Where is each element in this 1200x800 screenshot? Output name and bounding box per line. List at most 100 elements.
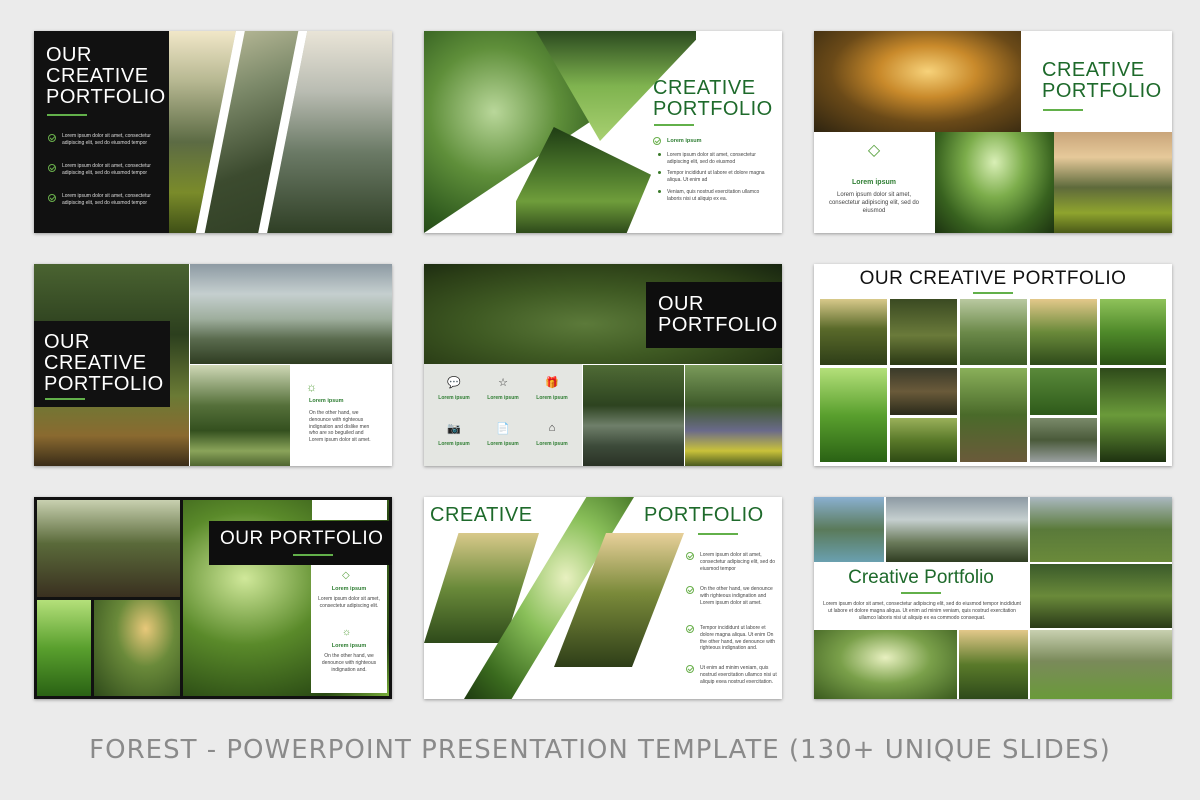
document-icon: 📄: [496, 423, 510, 435]
forest-photo: [814, 497, 884, 562]
forest-photo: [1100, 368, 1166, 462]
icon-label: Lorem ipsum: [487, 395, 519, 401]
check-icon: [686, 552, 694, 560]
card-heading: Lorem ipsum: [331, 586, 367, 592]
forest-photo: [1100, 299, 1166, 365]
forest-photo: [37, 500, 180, 597]
title-underline: [293, 554, 333, 556]
bullet-text: Lorem ipsum dolor sit amet, consectetur …: [700, 552, 776, 572]
check-icon: [48, 194, 56, 202]
card-body: Lorem ipsum dolor sit amet, consectetur …: [828, 192, 920, 215]
check-icon: [48, 134, 56, 142]
forest-photo: [960, 368, 1027, 462]
slide-7[interactable]: OUR PORTFOLIO ◇ Lorem ipsum Lorem ipsum …: [34, 497, 392, 699]
forest-photo: [820, 368, 887, 462]
chat-icon: 💬: [447, 377, 461, 389]
slide-4[interactable]: OUR CREATIVE PORTFOLIO ☼ Lorem ipsum On …: [34, 264, 392, 466]
forest-photo: [583, 365, 684, 466]
slide-5[interactable]: OUR PORTFOLIO 💬 Lorem ipsum ☆ Lorem ipsu…: [424, 264, 782, 466]
icon-label: Lorem ipsum: [487, 441, 519, 447]
slide-title: OUR PORTFOLIO: [220, 528, 384, 549]
icon-label: Lorem ipsum: [536, 441, 568, 447]
check-icon: [686, 625, 694, 633]
list-heading: Lorem ipsum: [667, 138, 702, 144]
card-body: On the other hand, we denounce with righ…: [321, 653, 377, 673]
card-body: Lorem ipsum dolor sit amet, consectetur …: [823, 601, 1021, 621]
forest-photo: [935, 132, 1054, 233]
forest-photo: [890, 368, 957, 415]
slide-3[interactable]: CREATIVE PORTFOLIO ◇ Lorem ipsum Lorem i…: [814, 31, 1172, 233]
bullet-text: Tempor incididunt ut labore et dolore ma…: [700, 625, 776, 652]
title-underline: [45, 398, 85, 400]
slide-8[interactable]: CREATIVE PORTFOLIO Lorem ipsum dolor sit…: [424, 497, 782, 699]
title-underline: [698, 533, 738, 535]
bullet-text: On the other hand, we denounce with righ…: [700, 586, 773, 606]
top-white-tab: [312, 500, 387, 520]
bullet-dot: [658, 171, 661, 174]
bullet-dot: [658, 153, 661, 156]
diamond-icon: ◇: [342, 570, 350, 581]
slide-title: OUR CREATIVE PORTFOLIO: [46, 44, 166, 108]
card-heading: Lorem ipsum: [309, 398, 344, 404]
bullet-dot: [658, 190, 661, 193]
check-icon: [653, 137, 661, 145]
forest-photo: [814, 31, 1021, 132]
bullet-text: Lorem ipsum dolor sit amet, consectetur …: [667, 152, 756, 165]
home-icon: ⌂: [548, 422, 556, 434]
forest-photo: [1030, 630, 1172, 699]
title-underline: [901, 592, 941, 594]
forest-photo: [1030, 564, 1172, 628]
slide-6[interactable]: OUR CREATIVE PORTFOLIO: [814, 264, 1172, 466]
sun-icon: ☼: [342, 627, 352, 638]
camera-icon: 📷: [447, 423, 461, 435]
star-icon: ☆: [498, 377, 508, 389]
title-underline: [47, 114, 87, 116]
bullet-text: Lorem ipsum dolor sit amet, consectetur …: [62, 133, 151, 146]
card-body: On the other hand, we denounce with righ…: [309, 410, 371, 443]
forest-photo: [1030, 368, 1097, 415]
forest-photo: [94, 600, 180, 696]
forest-photo: [1054, 132, 1172, 233]
diamond-icon: ◇: [867, 142, 881, 159]
check-icon: [48, 164, 56, 172]
title-underline: [1043, 109, 1083, 111]
title-underline: [973, 292, 1013, 294]
forest-photo: [1030, 418, 1097, 462]
bullet-text: Ut enim ad minim veniam, quis nostrud ex…: [700, 665, 777, 685]
forest-photo: [1030, 497, 1172, 562]
forest-photo: [190, 365, 290, 466]
check-icon: [686, 586, 694, 594]
slide-9[interactable]: Creative Portfolio Lorem ipsum dolor sit…: [814, 497, 1172, 699]
icon-label: Lorem ipsum: [536, 395, 568, 401]
sun-icon: ☼: [306, 380, 317, 394]
check-icon: [686, 665, 694, 673]
forest-photo: [960, 299, 1027, 365]
slide-title: Creative Portfolio: [848, 567, 994, 588]
slide-2[interactable]: CREATIVE PORTFOLIO Lorem ipsum Lorem ips…: [424, 31, 782, 233]
forest-photo: [890, 418, 957, 462]
icon-label: Lorem ipsum: [438, 441, 470, 447]
slide-title: OUR CREATIVE PORTFOLIO: [44, 331, 164, 395]
slide-title: CREATIVE PORTFOLIO: [1042, 59, 1162, 102]
bullet-text: Lorem ipsum dolor sit amet, consectetur …: [62, 163, 151, 176]
bullet-text: Veniam, quis nostrud exercitation ullamc…: [667, 189, 760, 202]
icon-label: Lorem ipsum: [438, 395, 470, 401]
forest-photo: [37, 600, 91, 696]
slide-title: CREATIVE PORTFOLIO: [653, 77, 773, 120]
forest-photo: [820, 299, 887, 365]
title-underline: [654, 124, 694, 126]
bullet-text: Tempor incididunt ut labore et dolore ma…: [667, 170, 765, 183]
forest-photo: [190, 264, 392, 364]
forest-photo: [886, 497, 1028, 562]
forest-photo: [1030, 299, 1097, 365]
card-heading: Lorem ipsum: [331, 643, 367, 649]
slide-1[interactable]: OUR CREATIVE PORTFOLIO Lorem ipsum dolor…: [34, 31, 392, 233]
forest-photo: [890, 299, 957, 365]
card-heading: Lorem ipsum: [852, 179, 896, 186]
forest-photo: [959, 630, 1028, 699]
forest-photo: [814, 630, 957, 699]
gift-icon: 🎁: [545, 377, 559, 389]
slide-title: OUR CREATIVE PORTFOLIO: [859, 268, 1127, 289]
slide-title-right: PORTFOLIO: [644, 504, 764, 526]
forest-photo: [685, 365, 782, 466]
